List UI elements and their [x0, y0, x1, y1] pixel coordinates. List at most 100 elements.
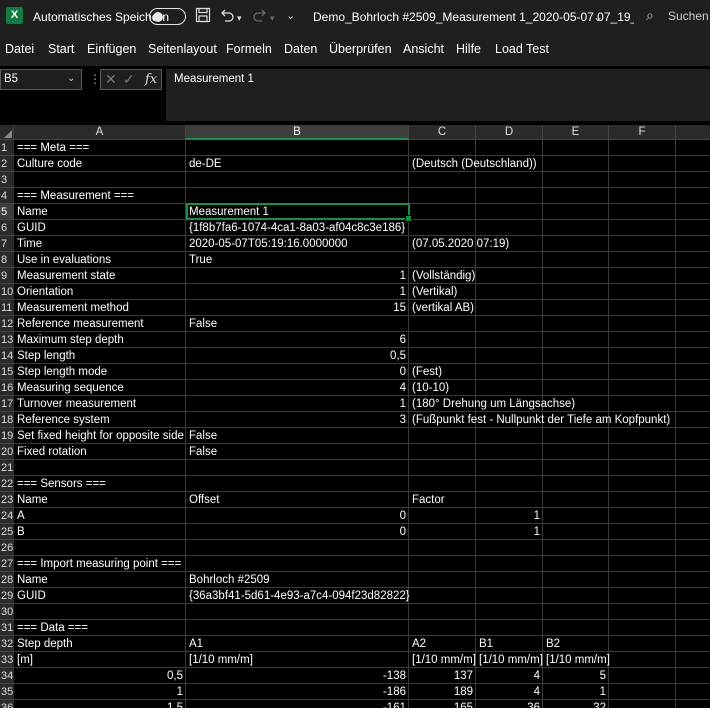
- insert-function-icon[interactable]: fx: [145, 72, 157, 87]
- undo-icon[interactable]: [219, 7, 235, 25]
- row-header[interactable]: 8: [0, 252, 14, 268]
- cell-d32[interactable]: B1: [479, 636, 493, 652]
- cell-d33[interactable]: [1/10 mm/m]: [479, 652, 543, 668]
- cell-b19[interactable]: False: [189, 428, 217, 444]
- cell-c34[interactable]: 137: [409, 668, 473, 684]
- name-box[interactable]: B5 ⌄: [0, 69, 82, 90]
- tab-load-test[interactable]: Load Test: [495, 42, 549, 56]
- customize-toolbar-icon[interactable]: ⌄: [286, 7, 295, 25]
- spreadsheet-grid[interactable]: ABCDEFG1=== Meta ===2Culture codede-DE(D…: [0, 125, 710, 708]
- cell-b15[interactable]: 0: [186, 364, 406, 380]
- cell-e32[interactable]: B2: [546, 636, 560, 652]
- cell-a17[interactable]: Turnover measurement: [17, 396, 136, 412]
- row-header[interactable]: 35: [0, 684, 14, 700]
- row-header[interactable]: 28: [0, 572, 14, 588]
- tab-ueberpruefen[interactable]: Überprüfen: [329, 42, 392, 56]
- cell-b33[interactable]: [1/10 mm/m]: [189, 652, 253, 668]
- cell-c15[interactable]: (Fest): [412, 364, 442, 380]
- cell-e34[interactable]: 5: [543, 668, 606, 684]
- cell-a20[interactable]: Fixed rotation: [17, 444, 87, 460]
- cell-b2[interactable]: de-DE: [189, 156, 222, 172]
- cell-a1[interactable]: === Meta ===: [17, 140, 89, 156]
- cell-b13[interactable]: 6: [186, 332, 406, 348]
- cell-c11[interactable]: (vertikal AB): [412, 300, 474, 316]
- cell-a9[interactable]: Measurement state: [17, 268, 115, 284]
- row-header[interactable]: 26: [0, 540, 14, 556]
- row-header[interactable]: 9: [0, 268, 14, 284]
- row-header[interactable]: 29: [0, 588, 14, 604]
- row-header[interactable]: 5: [0, 204, 14, 220]
- cell-a19[interactable]: Set fixed height for opposite side: [17, 428, 184, 444]
- cell-b35[interactable]: -186: [186, 684, 406, 700]
- cell-d25[interactable]: 1: [476, 524, 540, 540]
- row-header[interactable]: 7: [0, 236, 14, 252]
- cell-e35[interactable]: 1: [543, 684, 606, 700]
- cell-b6[interactable]: {1f8b7fa6-1074-4ca1-8a03-af04c8c3e186}: [189, 220, 405, 236]
- cell-c32[interactable]: A2: [412, 636, 426, 652]
- row-header[interactable]: 19: [0, 428, 14, 444]
- row-header[interactable]: 22: [0, 476, 14, 492]
- cell-a4[interactable]: === Measurement ===: [17, 188, 134, 204]
- cell-c33[interactable]: [1/10 mm/m]: [412, 652, 476, 668]
- redo-dropdown-icon[interactable]: ▾: [270, 9, 275, 27]
- cell-a22[interactable]: === Sensors ===: [17, 476, 106, 492]
- row-header[interactable]: 6: [0, 220, 14, 236]
- row-header[interactable]: 34: [0, 668, 14, 684]
- formula-input[interactable]: Measurement 1: [166, 69, 710, 121]
- column-header-b[interactable]: B: [186, 125, 409, 140]
- row-header[interactable]: 11: [0, 300, 14, 316]
- row-header[interactable]: 16: [0, 380, 14, 396]
- row-header[interactable]: 4: [0, 188, 14, 204]
- cell-c9[interactable]: (Vollständig): [412, 268, 475, 284]
- cell-a35[interactable]: 1: [14, 684, 183, 700]
- row-header[interactable]: 30: [0, 604, 14, 620]
- cell-b23[interactable]: Offset: [189, 492, 219, 508]
- cell-a7[interactable]: Time: [17, 236, 42, 252]
- cell-c7[interactable]: (07.05.2020 07:19): [412, 236, 509, 252]
- column-header-c[interactable]: C: [409, 125, 476, 140]
- cell-d24[interactable]: 1: [476, 508, 540, 524]
- column-header-g[interactable]: G: [676, 125, 710, 140]
- row-header[interactable]: 32: [0, 636, 14, 652]
- cell-a13[interactable]: Maximum step depth: [17, 332, 124, 348]
- cell-a15[interactable]: Step length mode: [17, 364, 107, 380]
- tab-daten[interactable]: Daten: [284, 42, 317, 56]
- search-box[interactable]: ⌕ Suchen: [634, 5, 710, 27]
- cell-a23[interactable]: Name: [17, 492, 48, 508]
- cell-b7[interactable]: 2020-05-07T05:19:16.0000000: [189, 236, 348, 252]
- cell-b29[interactable]: {36a3bf41-5d61-4e93-a7c4-094f23d82822}: [189, 588, 410, 604]
- cell-b17[interactable]: 1: [186, 396, 406, 412]
- cell-a8[interactable]: Use in evaluations: [17, 252, 111, 268]
- cancel-icon[interactable]: ✕: [105, 71, 117, 88]
- row-header[interactable]: 15: [0, 364, 14, 380]
- cell-a27[interactable]: === Import measuring point ===: [17, 556, 181, 572]
- tab-einfuegen[interactable]: Einfügen: [87, 42, 136, 56]
- cell-b14[interactable]: 0,5: [186, 348, 406, 364]
- cell-a6[interactable]: GUID: [17, 220, 46, 236]
- cell-e33[interactable]: [1/10 mm/m]: [546, 652, 610, 668]
- row-header[interactable]: 23: [0, 492, 14, 508]
- cell-a33[interactable]: [m]: [17, 652, 33, 668]
- cell-c36[interactable]: 165: [409, 700, 473, 708]
- tab-hilfe[interactable]: Hilfe: [456, 42, 481, 56]
- cell-b20[interactable]: False: [189, 444, 217, 460]
- row-header[interactable]: 31: [0, 620, 14, 636]
- cell-b10[interactable]: 1: [186, 284, 406, 300]
- tab-datei[interactable]: Datei: [5, 42, 34, 56]
- row-header[interactable]: 1: [0, 140, 14, 156]
- column-header-d[interactable]: D: [476, 125, 543, 140]
- row-header[interactable]: 14: [0, 348, 14, 364]
- autosave-toggle[interactable]: [149, 8, 186, 25]
- cell-c23[interactable]: Factor: [412, 492, 445, 508]
- cell-d35[interactable]: 4: [476, 684, 540, 700]
- row-header[interactable]: 20: [0, 444, 14, 460]
- tab-seitenlayout[interactable]: Seitenlayout: [148, 42, 217, 56]
- redo-icon[interactable]: [252, 7, 268, 25]
- cell-a34[interactable]: 0,5: [14, 668, 183, 684]
- cell-a31[interactable]: === Data ===: [17, 620, 88, 636]
- row-header[interactable]: 2: [0, 156, 14, 172]
- column-header-a[interactable]: A: [14, 125, 186, 140]
- cell-c18[interactable]: (Fußpunkt fest - Nullpunkt der Tiefe am …: [412, 412, 670, 428]
- cell-a14[interactable]: Step length: [17, 348, 75, 364]
- row-header[interactable]: 25: [0, 524, 14, 540]
